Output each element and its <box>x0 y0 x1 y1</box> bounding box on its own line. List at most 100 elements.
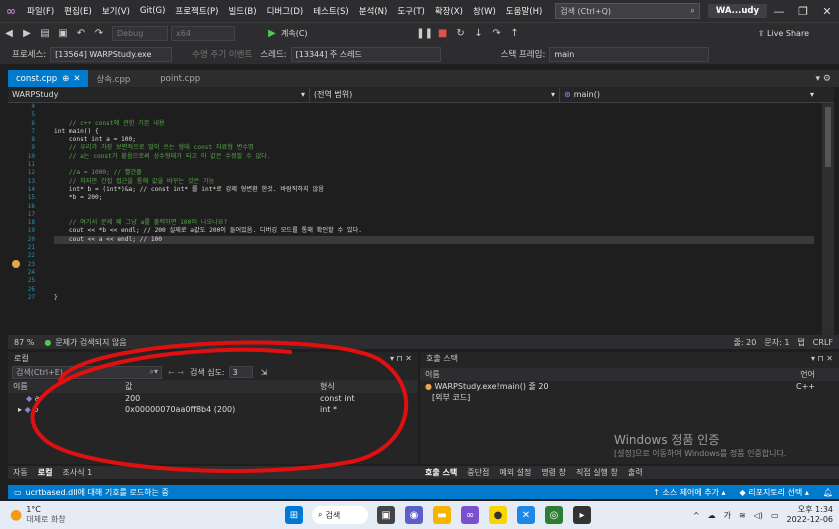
chat-icon[interactable]: ◉ <box>405 506 423 524</box>
tab-mode[interactable]: 탭 <box>797 337 804 348</box>
code-line[interactable] <box>54 252 814 260</box>
pin-icon[interactable]: ⊕ <box>62 74 69 84</box>
continue-button[interactable]: 계속(C) <box>281 28 308 39</box>
continue-icon[interactable]: ▶ <box>265 27 279 41</box>
tab-locals[interactable]: 로컬 <box>33 467 58 478</box>
lifecycle-events-label[interactable]: 수명 주기 이벤트 <box>192 48 252 60</box>
code-line[interactable]: cout << *b << endl; // 200 실제로 a값도 200이 … <box>54 227 814 235</box>
table-row[interactable]: [외부 코드] <box>420 392 839 403</box>
save-icon[interactable]: ▣ <box>56 27 70 41</box>
file-explorer-icon[interactable]: ▬ <box>433 506 451 524</box>
undo-icon[interactable]: ↶ <box>74 27 88 41</box>
chrome-icon[interactable]: ◎ <box>545 506 563 524</box>
tab-immediate-window[interactable]: 직접 실행 창 <box>571 467 623 478</box>
ime-indicator[interactable]: 가 <box>724 510 731 521</box>
scope-select[interactable]: (전역 범위) ▾ <box>310 87 560 102</box>
tab-inheritance-cpp[interactable]: 상속.cpp <box>88 70 138 87</box>
taskbar-search[interactable]: ⌕ 검색 <box>312 506 368 524</box>
stop-icon[interactable]: ■ <box>436 27 450 41</box>
zoom-level[interactable]: 87 % <box>14 338 34 347</box>
menu-analyze[interactable]: 분석(N) <box>354 5 393 17</box>
code-line[interactable]: // a는 const가 붙음으로써 상수형태가 되고 이 값은 수정할 수 없… <box>54 153 814 161</box>
kakaotalk-icon[interactable]: ● <box>489 506 507 524</box>
var-value[interactable]: 0x00000070aa0ff8b4 (200) <box>120 405 315 414</box>
nav-arrows-icon[interactable]: ← → <box>168 368 184 377</box>
pin-icon[interactable]: ⇲ <box>261 368 268 377</box>
code-editor[interactable]: 4 5 6 7 8 9 10 11 12 13 14 15 16 17 18 19 20 21 22 23 24 25 26… <box>8 103 834 335</box>
menu-file[interactable]: 파일(F) <box>22 5 59 17</box>
code-line[interactable]: // c++ const에 관한 기본 내용 <box>54 120 814 128</box>
code-area[interactable]: // c++ const에 관한 기본 내용 int main() { const… <box>54 103 814 302</box>
table-row[interactable]: ◆ a 200 const int <box>8 393 418 404</box>
forward-icon[interactable]: ▶ <box>20 27 34 41</box>
menu-git[interactable]: Git(G) <box>135 6 171 16</box>
minimize-icon[interactable]: — <box>767 5 791 18</box>
menu-build[interactable]: 빌드(B) <box>223 5 261 17</box>
search-input[interactable]: 검색 (Ctrl+Q) ⌕ <box>555 3 700 19</box>
code-line[interactable] <box>54 211 814 219</box>
menu-edit[interactable]: 편집(E) <box>59 5 97 17</box>
issues-text[interactable]: 문제가 검색되지 않음 <box>55 337 126 348</box>
step-over-icon[interactable]: ↷ <box>490 27 504 41</box>
cloud-icon[interactable]: ☁ <box>708 511 716 520</box>
project-select[interactable]: WARPStudy ▾ <box>8 87 310 102</box>
function-select[interactable]: ⊛ main() ▾ <box>560 88 818 102</box>
step-into-icon[interactable]: ↓ <box>472 27 486 41</box>
code-line[interactable]: //a = 1000; // 빨간줄 <box>54 169 814 177</box>
code-line[interactable]: // 하지만 간접 접근을 통해 값을 바꾸는 것은 가능 <box>54 178 814 186</box>
back-icon[interactable]: ◀ <box>2 27 16 41</box>
stack-frame-select[interactable]: main <box>549 46 710 62</box>
menu-extensions[interactable]: 확장(X) <box>430 5 468 17</box>
tab-const-cpp[interactable]: const.cpp ⊕ ✕ <box>8 70 89 87</box>
col-name[interactable]: 이름 <box>420 369 780 380</box>
close-icon[interactable]: ✕ <box>815 5 839 18</box>
line-ending[interactable]: CRLF <box>813 338 833 347</box>
code-line[interactable] <box>54 161 814 169</box>
pause-icon[interactable]: ❚❚ <box>416 27 433 41</box>
wifi-icon[interactable]: ≋ <box>739 511 746 520</box>
maximize-icon[interactable]: ❐ <box>791 5 815 18</box>
tab-output[interactable]: 출력 <box>623 467 648 478</box>
menu-debug[interactable]: 디버그(D) <box>262 5 309 17</box>
volume-icon[interactable]: ◁) <box>754 511 763 520</box>
terminal-icon[interactable]: ▸ <box>573 506 591 524</box>
code-line[interactable] <box>54 286 814 294</box>
code-line[interactable]: int* b = (int*)&a; // const int* 를 int*로… <box>54 186 814 194</box>
panel-menu-icon[interactable]: ▾ ⊓ ✕ <box>811 354 833 363</box>
code-line[interactable] <box>54 269 814 277</box>
tab-command-window[interactable]: 명령 창 <box>536 467 571 478</box>
notification-icon[interactable]: 🔔︎ <box>823 488 833 497</box>
code-line[interactable]: int main() { <box>54 128 814 136</box>
repo-select-button[interactable]: ◆ 리포지토리 선택 ▴ <box>740 487 809 498</box>
config-select[interactable]: Debug <box>112 26 168 41</box>
weather-widget[interactable]: ● 1°C 대체로 화창 <box>10 505 210 525</box>
code-line[interactable] <box>54 111 814 119</box>
task-view-icon[interactable]: ▣ <box>377 506 395 524</box>
table-row[interactable]: ● WARPStudy.exe!main() 줄 20 C++ <box>420 381 839 392</box>
var-value[interactable]: 200 <box>120 394 315 403</box>
step-out-icon[interactable]: ↑ <box>508 27 522 41</box>
scrollbar-thumb[interactable] <box>825 107 831 167</box>
live-share-button[interactable]: ⇪ Live Share <box>758 29 809 38</box>
code-line[interactable]: } <box>54 294 814 302</box>
locals-search-input[interactable]: 검색(Ctrl+E) ⌕▾ <box>12 365 162 379</box>
menu-window[interactable]: 창(W) <box>468 5 501 17</box>
redo-icon[interactable]: ↷ <box>92 27 106 41</box>
tab-autos[interactable]: 자동 <box>8 467 33 478</box>
depth-select[interactable]: 3 <box>228 366 253 378</box>
menu-tools[interactable]: 도구(T) <box>392 5 429 17</box>
code-line[interactable] <box>54 103 814 111</box>
code-line[interactable] <box>54 277 814 285</box>
code-line[interactable]: cout << a << endl; // 100 <box>54 235 814 245</box>
col-language[interactable]: 언어 <box>780 369 820 380</box>
tab-point-cpp[interactable]: point.cpp <box>152 70 208 87</box>
visual-studio-icon[interactable]: ∞ <box>461 506 479 524</box>
editor-scrollbar[interactable] <box>822 103 834 335</box>
source-control-button[interactable]: ↑ 소스 제어에 추가 ▴ <box>653 487 725 498</box>
col-type[interactable]: 형식 <box>315 381 405 392</box>
platform-select[interactable]: x64 <box>171 26 235 41</box>
panel-menu-icon[interactable]: ▾ ⊓ ✕ <box>390 354 412 363</box>
code-line[interactable]: *b = 200; <box>54 194 814 202</box>
code-line[interactable] <box>54 261 814 269</box>
table-row[interactable]: ▸ ◆ b 0x00000070aa0ff8b4 (200) int * <box>8 404 418 415</box>
